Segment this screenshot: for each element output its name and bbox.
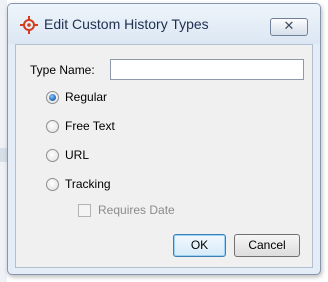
ok-button[interactable]: OK	[173, 234, 226, 257]
requires-date-checkbox	[78, 204, 91, 217]
title-bar[interactable]: Edit Custom History Types ✕	[8, 4, 320, 44]
target-crosshair-icon	[20, 16, 38, 34]
background-window-edge	[0, 0, 7, 282]
radio-label-tracking: Tracking	[65, 177, 111, 191]
radio-button-checked[interactable]	[46, 91, 59, 104]
dialog-content: Type Name: Regular Free Text URL Trackin…	[15, 44, 313, 268]
type-name-label: Type Name:	[30, 63, 95, 77]
requires-date-label: Requires Date	[98, 203, 175, 217]
type-name-input[interactable]	[110, 59, 304, 80]
radio-label-regular: Regular	[65, 90, 108, 104]
cancel-button[interactable]: Cancel	[234, 234, 300, 257]
close-button[interactable]: ✕	[270, 18, 308, 36]
radio-button[interactable]	[46, 178, 59, 191]
edit-history-types-dialog: Edit Custom History Types ✕ Type Name: R…	[7, 3, 321, 275]
radio-label-url: URL	[65, 148, 90, 162]
close-icon: ✕	[283, 19, 295, 34]
radio-button[interactable]	[46, 120, 59, 133]
radio-label-free-text: Free Text	[65, 119, 115, 133]
background-window-marker	[0, 148, 7, 162]
dialog-title: Edit Custom History Types	[44, 16, 209, 32]
radio-button[interactable]	[46, 149, 59, 162]
